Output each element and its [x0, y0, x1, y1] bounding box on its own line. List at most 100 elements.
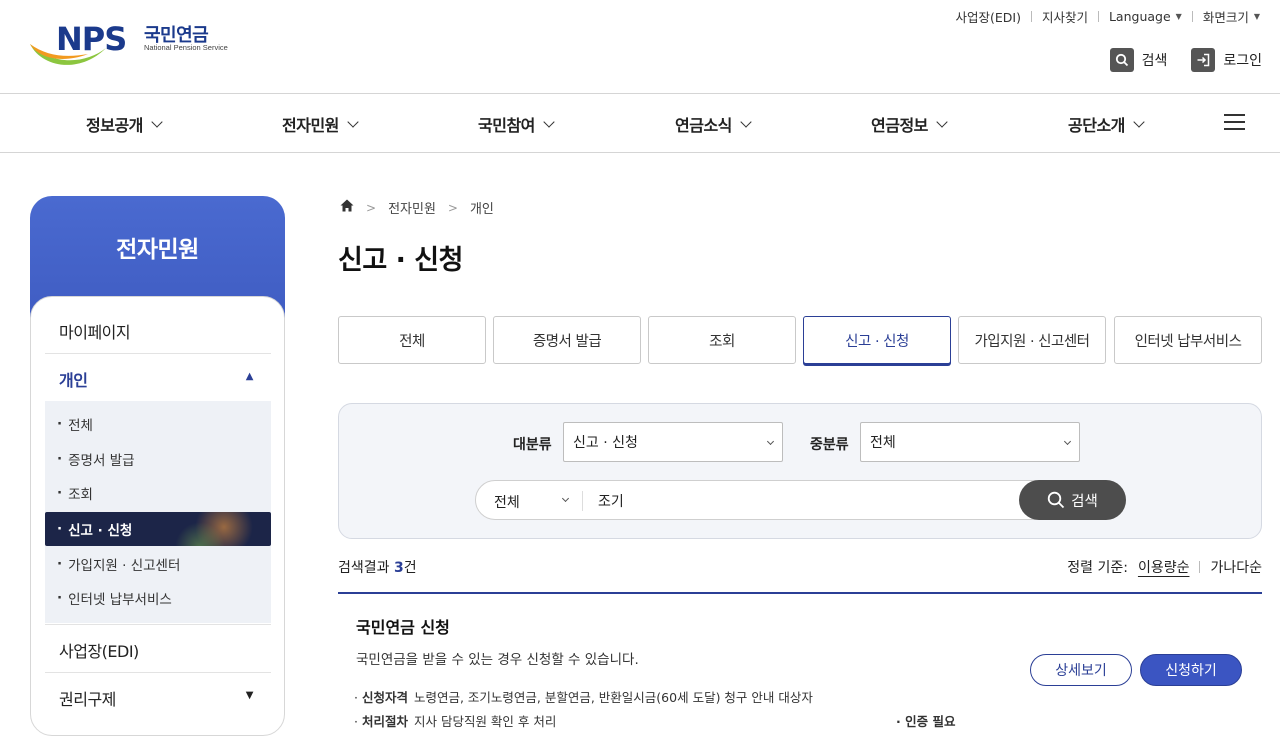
breadcrumb-item[interactable]: 개인	[470, 198, 494, 217]
eligibility-value: 노령연금, 조기노령연금, 분할연금, 반환일시금(60세 도달) 청구 안내 …	[413, 690, 813, 705]
eligibility-label: 신청자격	[361, 690, 408, 705]
chevron-down-icon	[740, 116, 752, 128]
utility-branch-link[interactable]: 지사찾기	[1042, 7, 1088, 26]
chevron-right-icon: >	[447, 200, 458, 215]
chevron-down-icon	[151, 116, 163, 128]
nps-logo[interactable]: NPS 국민연금 National Pension Service	[28, 18, 228, 72]
side-sub-support-center[interactable]: · 가입지원 · 신고센터	[45, 547, 271, 581]
result-eligibility: · 신청자격 노령연금, 조기노령연금, 분할연금, 반환일시금(60세 도달) …	[354, 690, 813, 705]
side-nav-title: 전자민원	[116, 237, 199, 263]
search-submit-button[interactable]: 검색	[1019, 480, 1126, 520]
minor-category-select[interactable]: 전체	[860, 422, 1080, 462]
caret-down-icon: ▼	[1253, 12, 1260, 21]
category-tabs: 전체 증명서 발급 조회 신고 · 신청 가입지원 · 신고센터 인터넷 납부서…	[338, 316, 1262, 364]
utility-divider	[1097, 11, 1099, 22]
caret-up-icon: ▲	[245, 371, 254, 382]
tab-internet-payment[interactable]: 인터넷 납부서비스	[1114, 316, 1262, 364]
caret-down-icon: ▼	[245, 690, 254, 701]
side-menu-rights-relief[interactable]: 권리구제 ▼	[45, 672, 271, 720]
side-menu-personal[interactable]: 개인 ▲	[45, 353, 271, 401]
sort-by-alphabet[interactable]: 가나다순	[1210, 557, 1262, 577]
sort-label: 정렬 기준:	[1067, 560, 1128, 576]
login-label: 로그인	[1223, 53, 1262, 69]
gnb-label: 정보공개	[86, 116, 143, 135]
gnb-label: 국민참여	[478, 116, 535, 135]
major-category-select[interactable]: 신고 · 신청	[563, 422, 783, 462]
tab-support-center[interactable]: 가입지원 · 신고센터	[958, 316, 1106, 364]
login-icon	[1191, 48, 1216, 72]
caret-down-icon: ▼	[1175, 12, 1182, 21]
gnb-label: 공단소개	[1068, 116, 1125, 135]
gnb-info-disclosure[interactable]: 정보공개	[86, 112, 163, 136]
search-icon	[1109, 48, 1134, 72]
side-sub-all[interactable]: · 전체	[45, 407, 271, 441]
result-count: 검색결과 3건	[338, 557, 417, 577]
process-label: 처리절차	[361, 714, 408, 729]
gnb-participation[interactable]: 국민참여	[478, 112, 555, 136]
minor-category-label: 중분류	[810, 437, 849, 453]
utility-edi-link[interactable]: 사업장(EDI)	[955, 7, 1020, 26]
side-menu-label: 개인	[59, 371, 88, 390]
chevron-down-icon	[1133, 116, 1145, 128]
side-sub-label: 신고 · 신청	[68, 523, 133, 539]
sort-by-usage[interactable]: 이용량순	[1138, 557, 1190, 577]
auth-required-label: 인증 필요	[905, 714, 956, 729]
utility-divider	[1191, 11, 1193, 22]
chevron-down-icon	[347, 116, 359, 128]
gnb-news[interactable]: 연금소식	[675, 112, 752, 136]
breadcrumb-item[interactable]: 전자민원	[388, 198, 436, 217]
gnb-pension-info[interactable]: 연금정보	[871, 112, 948, 136]
search-panel: 대분류 신고 · 신청 중분류 전체 전체 검색	[338, 403, 1262, 539]
gnb-e-civil[interactable]: 전자민원	[282, 112, 359, 136]
gnb-about[interactable]: 공단소개	[1068, 112, 1145, 136]
result-description: 국민연금을 받을 수 있는 경우 신청할 수 있습니다.	[356, 652, 639, 668]
sort-divider	[1199, 561, 1201, 573]
side-menu-mypage[interactable]: 마이페이지	[45, 315, 271, 353]
logo-wordmark: NPS	[56, 20, 127, 58]
site-header: NPS 국민연금 National Pension Service 사업장(ED…	[0, 0, 1280, 94]
side-sub-report-apply[interactable]: · 신고 · 신청	[45, 512, 271, 546]
side-sub-label: 인터넷 납부서비스	[68, 592, 172, 608]
gnb-label: 연금정보	[871, 116, 928, 135]
chevron-down-icon	[766, 437, 775, 446]
chevron-down-icon	[561, 494, 570, 503]
utility-edi-label: 사업장(EDI)	[955, 10, 1021, 25]
side-sub-inquiry[interactable]: · 조회	[45, 476, 271, 510]
sort-options: 정렬 기준: 이용량순 가나다순	[1067, 557, 1262, 577]
side-sub-internet-payment[interactable]: · 인터넷 납부서비스	[45, 581, 271, 615]
search-divider	[582, 491, 583, 511]
gnb-label: 전자민원	[282, 116, 339, 135]
keyword-input[interactable]	[598, 491, 998, 511]
major-category-value: 신고 · 신청	[573, 435, 638, 451]
side-submenu: · 전체 · 증명서 발급 · 조회 · 신고 · 신청 · 가입지원 · 신고센터 · 인…	[45, 401, 271, 623]
side-sub-certificate[interactable]: · 증명서 발급	[45, 442, 271, 476]
tab-all[interactable]: 전체	[338, 316, 486, 364]
login-button[interactable]: 로그인	[1191, 48, 1262, 72]
tab-inquiry[interactable]: 조회	[648, 316, 796, 364]
page-title: 신고 · 신청	[338, 245, 463, 276]
global-navigation: 정보공개 전자민원 국민참여 연금소식 연금정보 공단소개	[0, 93, 1280, 153]
result-count-suffix: 건	[403, 560, 417, 576]
utility-divider	[1030, 11, 1032, 22]
tab-certificate[interactable]: 증명서 발급	[493, 316, 641, 364]
apply-button[interactable]: 신청하기	[1140, 654, 1242, 686]
menu-icon[interactable]	[1224, 114, 1245, 130]
result-item: 국민연금 신청 국민연금을 받을 수 있는 경우 신청할 수 있습니다. · 신…	[338, 594, 1262, 747]
search-scope-select[interactable]: 전체	[494, 492, 576, 512]
auth-required: · 인증 필요	[896, 714, 956, 729]
minor-category-value: 전체	[870, 435, 896, 451]
logo-name-en: National Pension Service	[144, 43, 228, 52]
side-nav-menu: 마이페이지 개인 ▲ · 전체 · 증명서 발급 · 조회 · 신고 · 신청 · 가입지…	[30, 296, 285, 736]
utility-branch-label: 지사찾기	[1041, 10, 1088, 25]
language-label: Language	[1108, 9, 1171, 24]
language-dropdown[interactable]: Language ▼	[1109, 9, 1182, 24]
quick-actions: 검색 로그인	[1109, 48, 1262, 72]
header-search-button[interactable]: 검색	[1109, 48, 1167, 72]
home-icon[interactable]	[340, 199, 354, 216]
result-title[interactable]: 국민연금 신청	[356, 614, 450, 638]
detail-button[interactable]: 상세보기	[1030, 654, 1132, 686]
search-submit-label: 검색	[1071, 493, 1098, 510]
tab-report-apply[interactable]: 신고 · 신청	[803, 316, 951, 364]
side-menu-edi[interactable]: 사업장(EDI)	[45, 624, 271, 672]
font-size-dropdown[interactable]: 화면크기 ▼	[1203, 7, 1260, 26]
